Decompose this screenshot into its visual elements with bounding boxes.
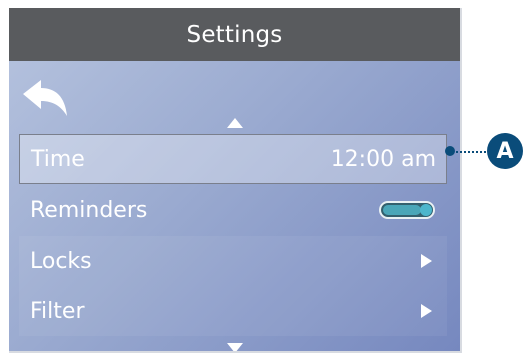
menu-item-locks[interactable]: Locks <box>19 236 447 286</box>
menu-item-label: Filter <box>30 298 85 324</box>
menu-item-filter[interactable]: Filter <box>19 286 447 336</box>
triangle-up-icon[interactable] <box>226 117 244 129</box>
chevron-right-icon <box>421 254 432 268</box>
title-bar: Settings <box>9 8 460 61</box>
toggle-fill <box>383 205 421 215</box>
menu-item-label: Time <box>31 146 85 172</box>
settings-screen: Settings Time 12:00 am Reminders Locks F… <box>9 8 460 351</box>
chevron-right-icon <box>421 304 432 318</box>
device-display: Settings Time 12:00 am Reminders Locks F… <box>9 8 462 353</box>
triangle-down-icon[interactable] <box>226 342 244 351</box>
back-arrow-icon[interactable] <box>21 78 71 122</box>
menu-item-time[interactable]: Time 12:00 am <box>19 134 447 184</box>
page-title: Settings <box>186 21 283 48</box>
callout-leader-line <box>452 151 486 153</box>
menu-item-reminders[interactable]: Reminders <box>19 186 447 234</box>
toggle-knob <box>420 204 432 216</box>
time-value: 12:00 am <box>330 146 436 172</box>
menu-item-label: Reminders <box>30 197 148 223</box>
menu-item-label: Locks <box>30 248 92 274</box>
callout-badge: A <box>487 133 523 169</box>
reminders-toggle[interactable] <box>379 201 435 219</box>
